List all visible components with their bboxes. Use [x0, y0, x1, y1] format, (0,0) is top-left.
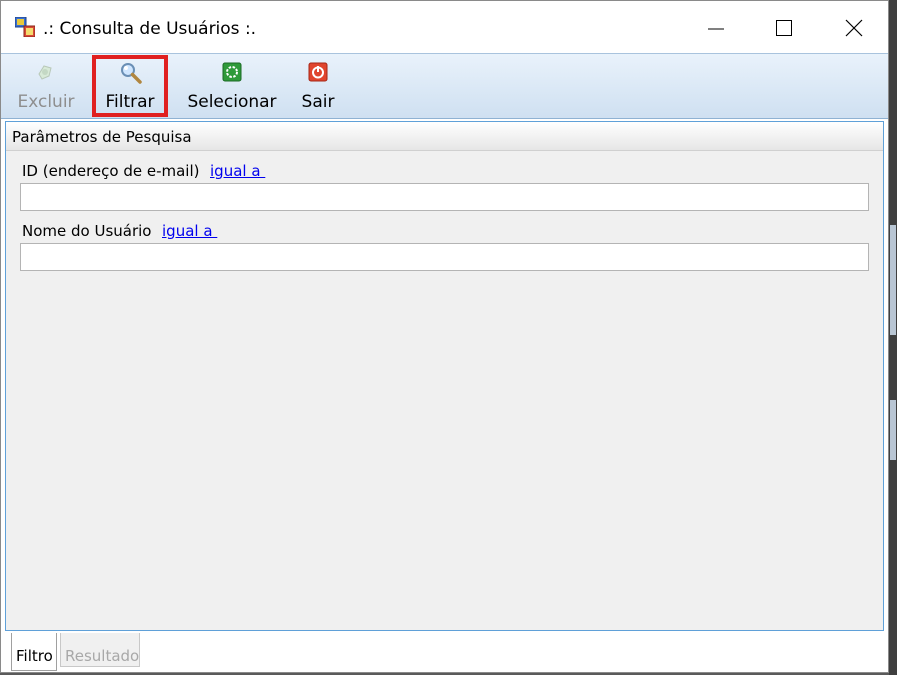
tab-resultado-label: Resultado [65, 647, 140, 665]
tab-filtro-label: Filtro [16, 647, 53, 665]
panel-title: Parâmetros de Pesquisa [12, 128, 192, 146]
exit-label: Sair [301, 92, 335, 112]
select-icon [222, 62, 242, 82]
close-icon [845, 19, 863, 37]
maximize-icon [776, 20, 792, 36]
minimize-icon [708, 28, 724, 30]
window-title: .: Consulta de Usuários :. [43, 19, 257, 39]
search-parameters-panel: Parâmetros de Pesquisa ID (endereço de e… [5, 121, 884, 631]
select-label: Selecionar [187, 92, 277, 112]
tab-strip: Filtro Resultado [9, 633, 309, 673]
select-button[interactable]: Selecionar [183, 54, 281, 118]
tab-filtro[interactable]: Filtro [11, 633, 57, 671]
user-name-input[interactable] [20, 243, 869, 271]
id-email-input[interactable] [20, 183, 869, 211]
exit-icon [308, 62, 328, 82]
consulta-usuarios-window: .: Consulta de Usuários :. Excluir Filtr… [0, 0, 889, 673]
app-window-icon [14, 16, 36, 38]
maximize-button[interactable] [749, 1, 819, 53]
id-operator-link[interactable]: igual a [210, 162, 265, 180]
title-bar[interactable]: .: Consulta de Usuários :. [1, 1, 888, 53]
user-name-field-label: Nome do Usuário [22, 222, 152, 240]
delete-label: Excluir [17, 92, 75, 112]
exit-button[interactable]: Sair [293, 54, 343, 118]
tab-resultado[interactable]: Resultado [60, 633, 140, 667]
delete-icon [35, 62, 55, 82]
panel-header: Parâmetros de Pesquisa [6, 122, 883, 151]
filter-highlight-box [92, 55, 168, 117]
delete-button[interactable]: Excluir [9, 54, 83, 118]
minimize-button[interactable] [681, 1, 751, 53]
id-field-label: ID (endereço de e-mail) [22, 162, 200, 180]
background-window-edge [889, 0, 897, 675]
user-name-operator-link[interactable]: igual a [162, 222, 217, 240]
close-button[interactable] [819, 1, 889, 53]
